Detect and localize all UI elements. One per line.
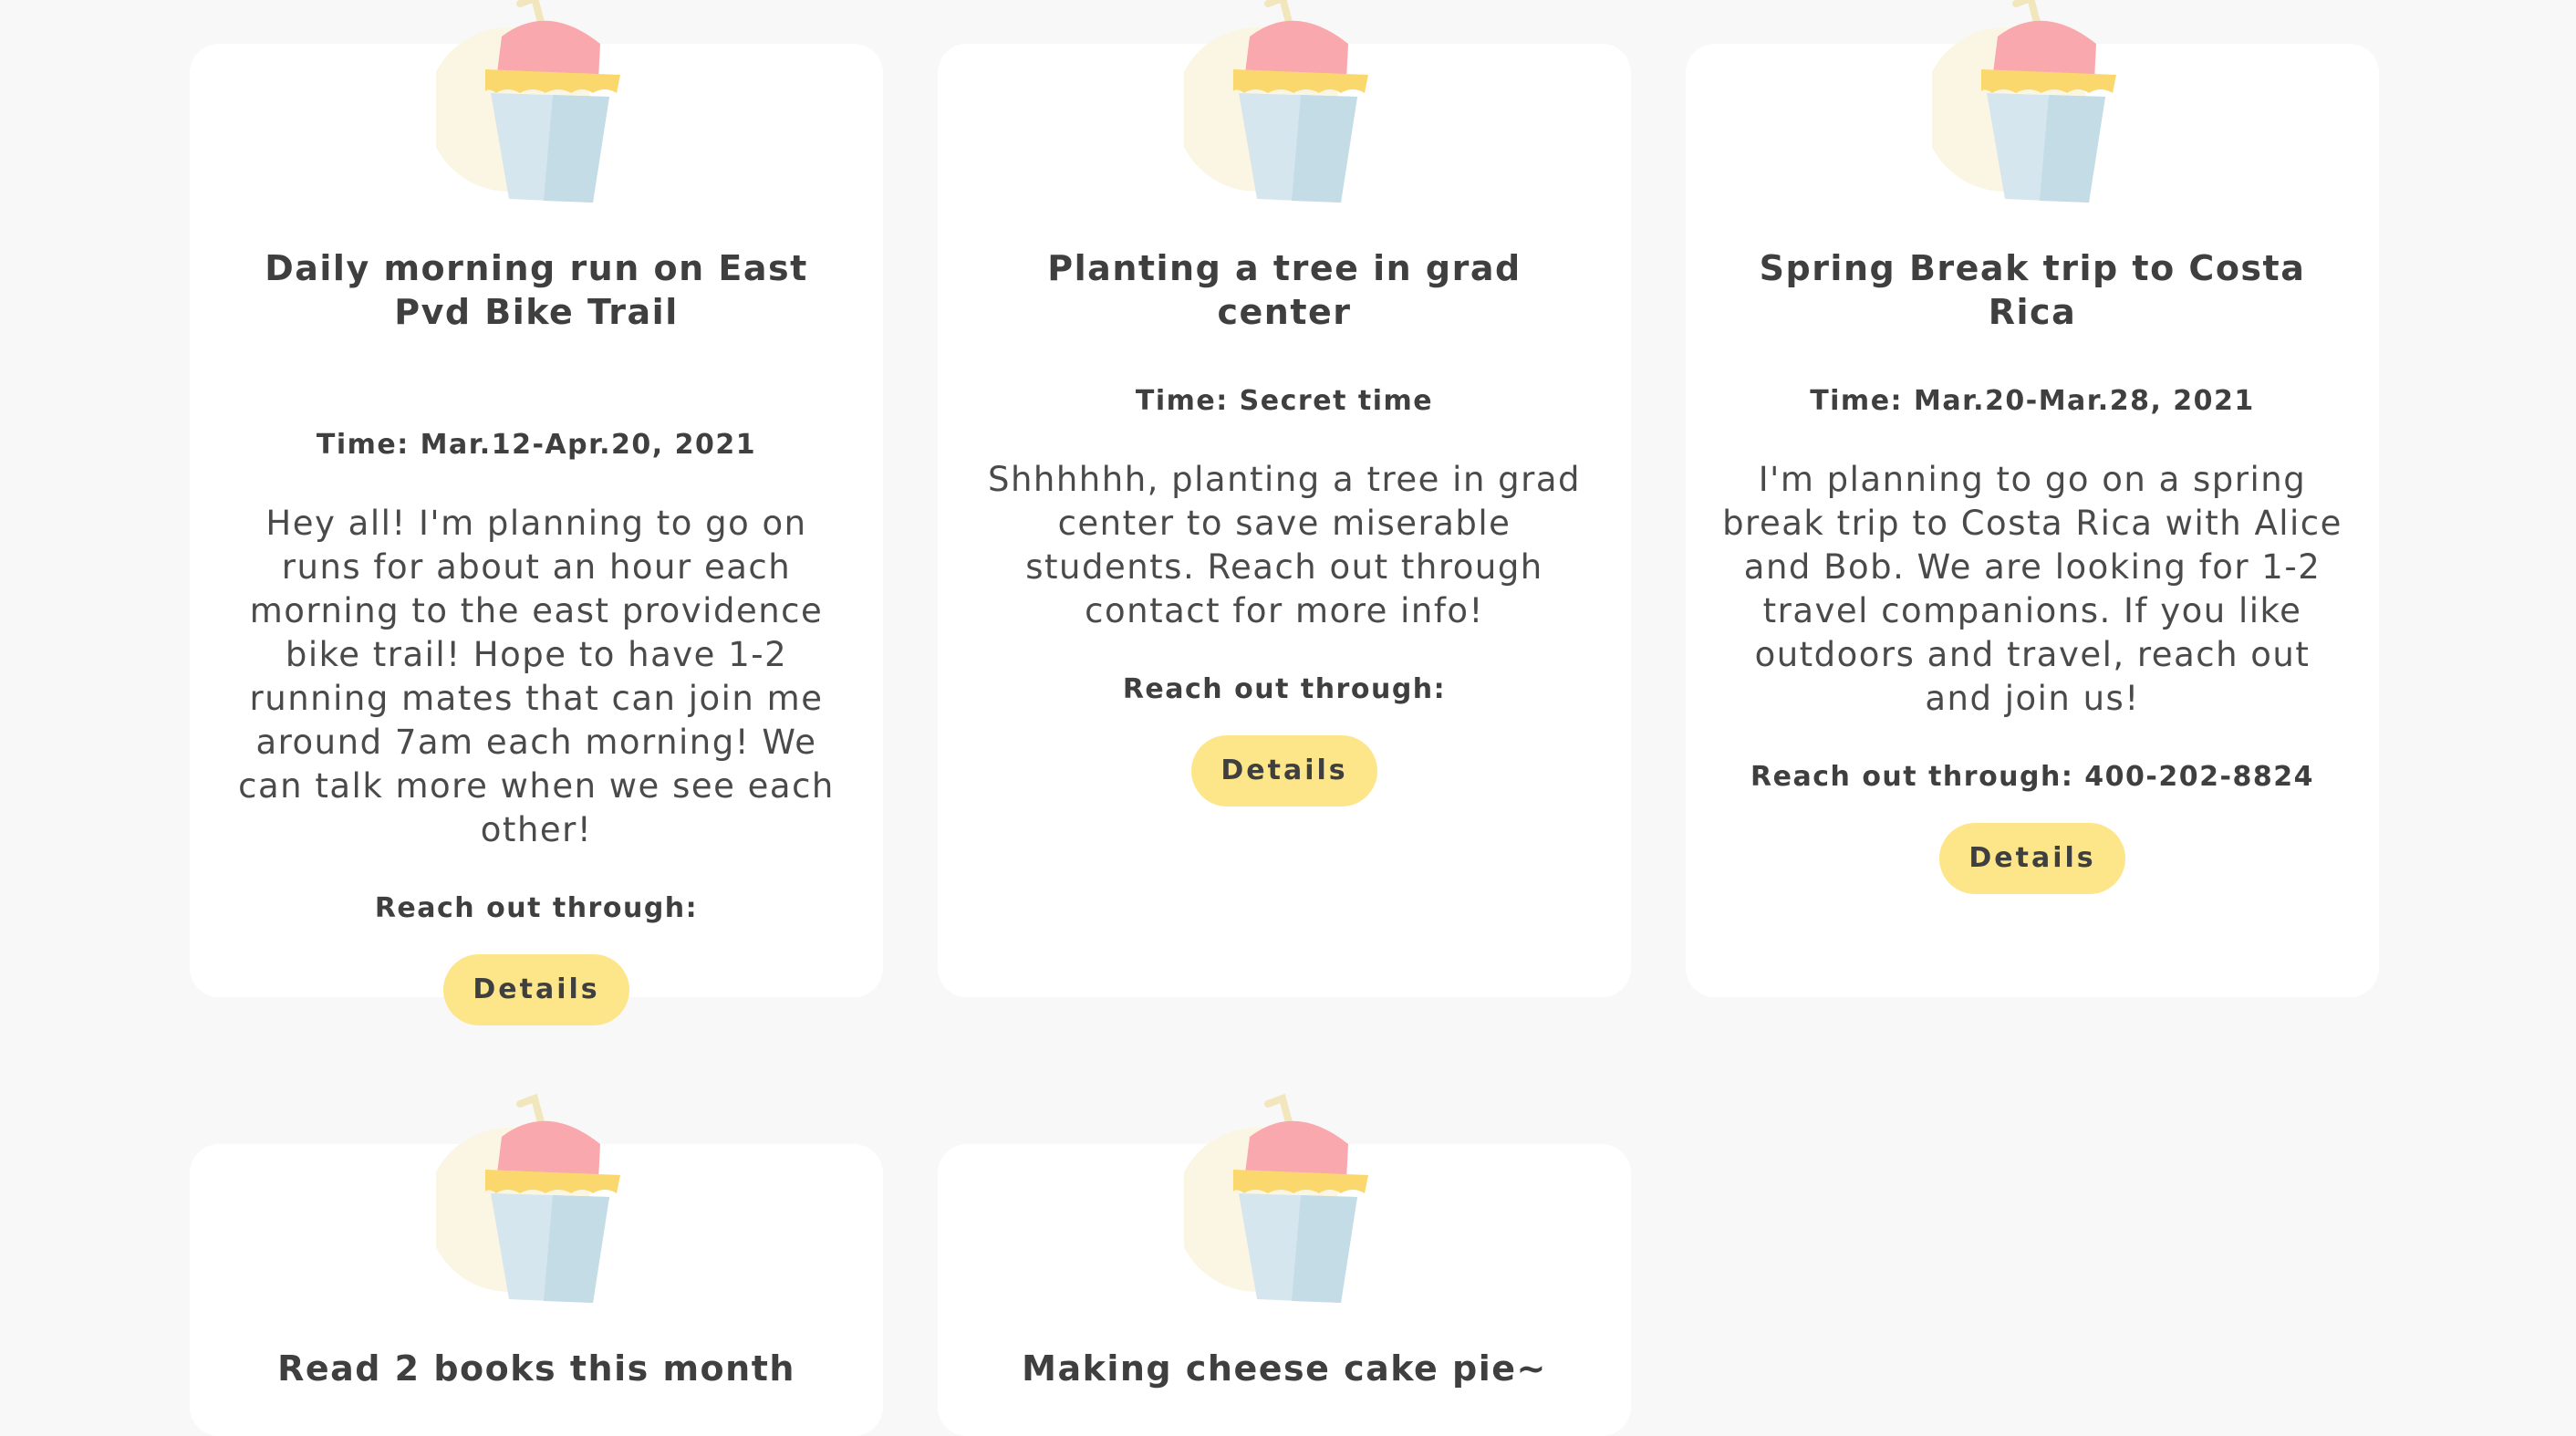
activity-card: Planting a tree in grad center Time: Sec… — [938, 44, 1631, 997]
milkshake-cup-icon — [1184, 0, 1385, 212]
details-button[interactable]: Details — [1939, 823, 2125, 894]
details-button[interactable]: Details — [443, 954, 629, 1025]
card-title: Read 2 books this month — [277, 1348, 795, 1389]
card-contact: Reach out through: — [1122, 673, 1447, 705]
milkshake-cup-icon — [1184, 1093, 1385, 1312]
card-contact: Reach out through: 400-202-8824 — [1750, 761, 2314, 793]
card-time: Time: Mar.20-Mar.28, 2021 — [1810, 385, 2255, 417]
card-time: Time: Mar.12-Apr.20, 2021 — [316, 429, 757, 461]
card-title: Making cheese cake pie~ — [1022, 1348, 1547, 1389]
card-contact: Reach out through: — [374, 892, 699, 924]
card-title: Daily morning run on East Pvd Bike Trail — [265, 248, 808, 332]
card-title: Planting a tree in grad center — [1047, 248, 1522, 332]
activity-card: Making cheese cake pie~ — [938, 1144, 1631, 1436]
activity-card: Read 2 books this month — [190, 1144, 883, 1436]
card-description: Shhhhhh, planting a tree in grad center … — [987, 460, 1582, 630]
milkshake-cup-icon — [1932, 0, 2133, 212]
card-description: I'm planning to go on a spring break tri… — [1722, 460, 2342, 718]
activity-card: Spring Break trip to Costa Rica Time: Ma… — [1686, 44, 2379, 997]
card-description: Hey all! I'm planning to go on runs for … — [238, 504, 835, 849]
milkshake-cup-icon — [436, 1093, 637, 1312]
card-time: Time: Secret time — [1135, 385, 1434, 417]
card-title: Spring Break trip to Costa Rica — [1759, 248, 2306, 332]
milkshake-cup-icon — [436, 0, 637, 212]
activity-card: Daily morning run on East Pvd Bike Trail… — [190, 44, 883, 1025]
details-button[interactable]: Details — [1191, 735, 1377, 806]
